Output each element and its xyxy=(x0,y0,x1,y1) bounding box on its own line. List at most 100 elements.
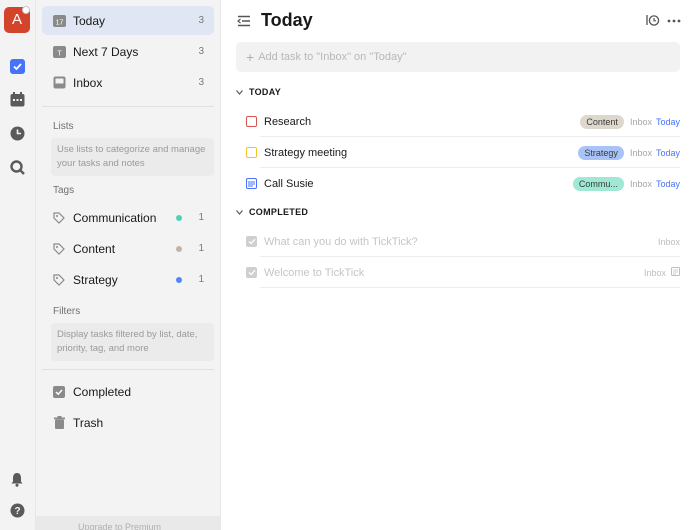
group-header-completed[interactable]: COMPLETED xyxy=(236,207,308,217)
task-checkbox-checked[interactable] xyxy=(246,267,257,278)
task-row[interactable]: Research Content Inbox Today xyxy=(246,106,680,137)
completed-checkbox-icon xyxy=(52,385,66,399)
task-checkbox-checked[interactable] xyxy=(246,236,257,247)
more-options-icon[interactable] xyxy=(667,14,681,32)
sidebar-tag-strategy[interactable]: Strategy 1 xyxy=(42,265,214,294)
tag-icon xyxy=(52,242,66,256)
sidebar-tag-communication[interactable]: Communication 1 xyxy=(42,203,214,232)
tag-icon xyxy=(52,211,66,225)
task-list-label: Inbox xyxy=(657,236,680,247)
search-nav-icon[interactable] xyxy=(8,158,26,176)
sidebar-tag-count: 1 xyxy=(198,243,204,254)
app-rail: A ? xyxy=(0,0,36,530)
avatar-badge xyxy=(22,6,30,14)
task-meta: Content Inbox Today xyxy=(580,114,680,129)
sidebar-divider xyxy=(42,106,214,107)
upgrade-premium-button[interactable]: Upgrade to Premium xyxy=(36,516,221,530)
plus-icon: + xyxy=(246,49,255,65)
task-list-label: Inbox xyxy=(643,267,666,278)
sidebar: 17 Today 3 T Next 7 Days 3 Inbox 3 Lists… xyxy=(36,0,221,530)
tag-color-dot xyxy=(176,214,182,221)
task-checkbox-nav-icon[interactable] xyxy=(8,57,26,75)
completed-task-row[interactable]: Welcome to TickTick Inbox xyxy=(246,257,680,288)
svg-text:?: ? xyxy=(14,506,20,517)
note-icon xyxy=(671,267,680,278)
sidebar-item-trash[interactable]: Trash xyxy=(42,408,214,437)
add-task-input[interactable]: + Add task to "Inbox" on "Today" xyxy=(236,42,680,72)
task-note-checkbox[interactable] xyxy=(246,178,257,189)
task-checkbox[interactable] xyxy=(246,147,257,158)
sidebar-tag-label: Content xyxy=(73,241,116,256)
note-lines-icon xyxy=(248,181,255,186)
chevron-down-icon xyxy=(236,87,243,97)
filters-section-title: Filters xyxy=(53,306,81,317)
sort-clock-icon[interactable] xyxy=(646,14,660,32)
focus-clock-nav-icon[interactable] xyxy=(8,124,26,142)
help-icon[interactable]: ? xyxy=(8,501,26,519)
group-title: COMPLETED xyxy=(249,207,309,217)
filters-empty-hint: Display tasks filtered by list, date, pr… xyxy=(51,323,214,361)
task-meta: Strategy Inbox Today xyxy=(578,145,680,160)
task-meta: Commu... Inbox Today xyxy=(572,176,680,191)
tag-icon xyxy=(52,273,66,287)
tags-section-title: Tags xyxy=(53,185,75,196)
task-tag-pill[interactable]: Content xyxy=(580,114,624,129)
task-title: Welcome to TickTick xyxy=(264,266,365,279)
task-row[interactable]: Call Susie Commu... Inbox Today xyxy=(246,168,680,199)
task-meta: Inbox xyxy=(644,267,680,278)
tag-color-dot xyxy=(176,276,182,283)
sidebar-item-label: Next 7 Days xyxy=(73,44,139,59)
task-date-label[interactable]: Today xyxy=(656,148,680,158)
page-title: Today xyxy=(261,10,313,30)
checkmark-icon xyxy=(248,269,255,276)
calendar-nav-icon[interactable] xyxy=(8,90,26,108)
lists-section-title: Lists xyxy=(53,121,74,132)
group-header-today[interactable]: TODAY xyxy=(236,87,281,97)
trash-icon xyxy=(52,416,66,430)
sidebar-item-label: Trash xyxy=(73,415,104,430)
task-meta: Inbox xyxy=(658,237,680,247)
task-title: Call Susie xyxy=(264,177,314,190)
calendar-today-icon: 17 xyxy=(52,14,66,28)
sidebar-item-inbox[interactable]: Inbox 3 xyxy=(42,68,214,97)
row-divider xyxy=(260,287,680,288)
notification-bell-icon[interactable] xyxy=(8,470,26,488)
group-title: TODAY xyxy=(249,87,282,97)
inbox-icon xyxy=(52,76,66,90)
sidebar-tag-label: Communication xyxy=(73,210,157,225)
sidebar-item-next-7-days[interactable]: T Next 7 Days 3 xyxy=(42,37,214,66)
add-task-placeholder: Add task to "Inbox" on "Today" xyxy=(258,51,407,63)
sidebar-divider xyxy=(42,369,214,370)
task-tag-pill[interactable]: Commu... xyxy=(572,176,624,191)
chevron-down-icon xyxy=(236,207,243,217)
task-date-label[interactable]: Today xyxy=(656,117,680,127)
sidebar-tag-label: Strategy xyxy=(73,272,118,287)
sidebar-item-label: Today xyxy=(73,13,106,28)
task-title: Strategy meeting xyxy=(264,146,348,159)
sidebar-item-completed[interactable]: Completed xyxy=(42,377,214,406)
task-list-label: Inbox xyxy=(629,147,652,158)
svg-text:T: T xyxy=(57,51,62,58)
sidebar-item-today[interactable]: 17 Today 3 xyxy=(42,6,214,35)
calendar-week-icon: T xyxy=(52,45,66,59)
task-list-label: Inbox xyxy=(629,116,652,127)
sidebar-item-count: 3 xyxy=(198,15,204,26)
sidebar-item-label: Completed xyxy=(73,384,132,399)
svg-text:17: 17 xyxy=(55,20,63,27)
sidebar-tag-count: 1 xyxy=(198,274,204,285)
sidebar-item-count: 3 xyxy=(198,77,204,88)
task-title: What can you do with TickTick? xyxy=(264,235,418,248)
task-date-label[interactable]: Today xyxy=(656,179,680,189)
main-content: Today + Add task to "Inbox" on "Today" T… xyxy=(221,0,700,530)
task-row[interactable]: Strategy meeting Strategy Inbox Today xyxy=(246,137,680,168)
task-tag-pill[interactable]: Strategy xyxy=(578,145,624,160)
tag-color-dot xyxy=(176,245,182,252)
checkmark-icon xyxy=(248,238,255,245)
toggle-sidebar-icon[interactable] xyxy=(237,14,251,32)
task-list-label: Inbox xyxy=(629,178,652,189)
completed-task-row[interactable]: What can you do with TickTick? Inbox xyxy=(246,226,680,257)
sidebar-item-label: Inbox xyxy=(73,75,103,90)
sidebar-item-count: 3 xyxy=(198,46,204,57)
task-checkbox[interactable] xyxy=(246,116,257,127)
sidebar-tag-content[interactable]: Content 1 xyxy=(42,234,214,263)
